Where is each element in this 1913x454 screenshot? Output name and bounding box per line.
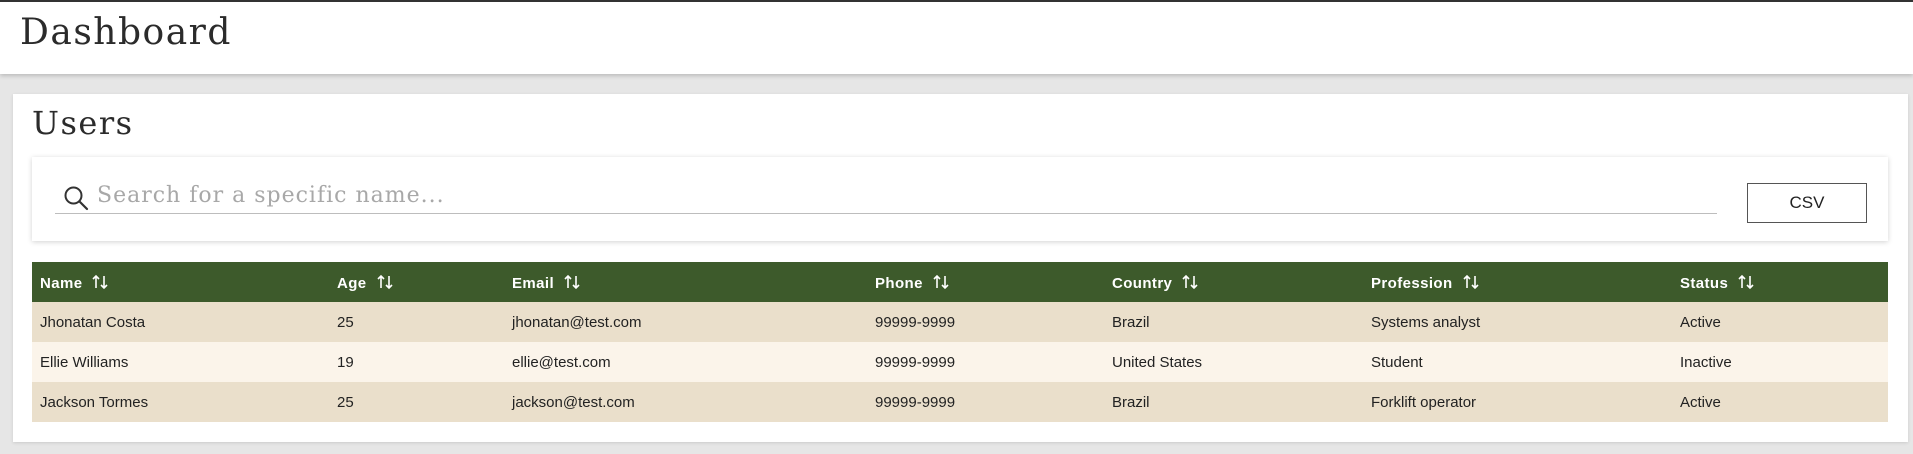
sort-icon[interactable]	[376, 273, 394, 291]
cell-phone: 99999-9999	[867, 382, 1104, 422]
column-header-label: Phone	[875, 274, 923, 292]
cell-status: Active	[1672, 382, 1888, 422]
sort-icon[interactable]	[1462, 273, 1480, 291]
column-header-label: Age	[337, 274, 367, 292]
cell-phone: 99999-9999	[867, 342, 1104, 382]
column-header-country[interactable]: Country	[1104, 262, 1363, 302]
cell-name: Ellie Williams	[32, 342, 329, 382]
cell-country: Brazil	[1104, 302, 1363, 342]
table-header-row: Name Age Email Phone Country Profession …	[32, 262, 1888, 302]
page-title: Dashboard	[20, 12, 232, 53]
column-header-profession[interactable]: Profession	[1363, 262, 1672, 302]
cell-email: jhonatan@test.com	[504, 302, 867, 342]
cell-age: 25	[329, 302, 504, 342]
section-title: Users	[32, 104, 134, 142]
sort-icon[interactable]	[563, 273, 581, 291]
column-header-email[interactable]: Email	[504, 262, 867, 302]
users-table: Name Age Email Phone Country Profession …	[32, 262, 1888, 422]
search-field	[55, 179, 1717, 214]
column-header-phone[interactable]: Phone	[867, 262, 1104, 302]
search-panel: CSV	[32, 157, 1888, 241]
column-header-label: Name	[40, 274, 83, 292]
cell-name: Jhonatan Costa	[32, 302, 329, 342]
table-row: Jhonatan Costa 25 jhonatan@test.com 9999…	[32, 302, 1888, 342]
table-row: Ellie Williams 19 ellie@test.com 99999-9…	[32, 342, 1888, 382]
search-input[interactable]	[97, 179, 1707, 211]
cell-status: Active	[1672, 302, 1888, 342]
csv-button[interactable]: CSV	[1747, 183, 1867, 223]
cell-name: Jackson Tormes	[32, 382, 329, 422]
column-header-age[interactable]: Age	[329, 262, 504, 302]
sort-icon[interactable]	[932, 273, 950, 291]
search-icon	[63, 185, 89, 211]
cell-status: Inactive	[1672, 342, 1888, 382]
column-header-label: Country	[1112, 274, 1173, 292]
cell-profession: Systems analyst	[1363, 302, 1672, 342]
cell-country: United States	[1104, 342, 1363, 382]
column-header-label: Status	[1680, 274, 1729, 292]
users-card: Users CSV	[13, 94, 1908, 442]
column-header-label: Profession	[1371, 274, 1453, 292]
cell-profession: Student	[1363, 342, 1672, 382]
cell-profession: Forklift operator	[1363, 382, 1672, 422]
users-table-container: Name Age Email Phone Country Profession …	[32, 262, 1888, 422]
cell-email: ellie@test.com	[504, 342, 867, 382]
sort-icon[interactable]	[1181, 273, 1199, 291]
column-header-status[interactable]: Status	[1672, 262, 1888, 302]
column-header-label: Email	[512, 274, 555, 292]
table-row: Jackson Tormes 25 jackson@test.com 99999…	[32, 382, 1888, 422]
cell-email: jackson@test.com	[504, 382, 867, 422]
column-header-name[interactable]: Name	[32, 262, 329, 302]
cell-country: Brazil	[1104, 382, 1363, 422]
cell-phone: 99999-9999	[867, 302, 1104, 342]
cell-age: 25	[329, 382, 504, 422]
sort-icon[interactable]	[1737, 273, 1755, 291]
sort-icon[interactable]	[91, 273, 109, 291]
top-bar: Dashboard	[0, 0, 1913, 74]
cell-age: 19	[329, 342, 504, 382]
